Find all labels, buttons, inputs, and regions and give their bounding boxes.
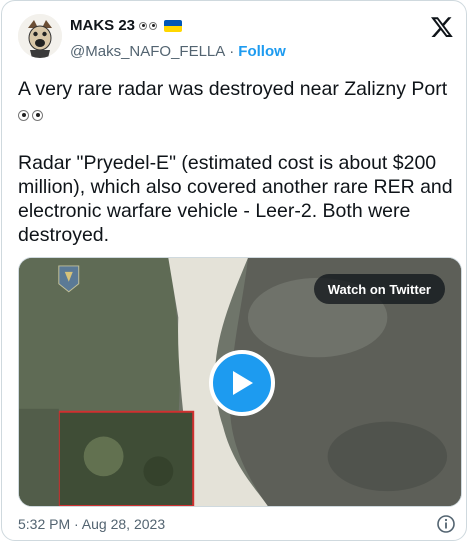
- tweet-line-1: A very rare radar was destroyed near Zal…: [18, 78, 448, 100]
- watch-on-twitter-button[interactable]: Watch on Twitter: [313, 274, 445, 304]
- tweet-card[interactable]: MAKS 23 @Maks_NAFO_FELLA · Follow A very…: [1, 0, 467, 541]
- tweet-line-2: Radar "Pryedel-E" (estimated cost is abo…: [18, 152, 453, 246]
- ukraine-flag-icon: [164, 19, 183, 32]
- avatar[interactable]: [18, 14, 62, 58]
- user-handle[interactable]: @Maks_NAFO_FELLA: [70, 43, 225, 60]
- eyes-emoji-icon: [139, 21, 158, 30]
- x-logo-icon[interactable]: [430, 15, 454, 39]
- info-icon[interactable]: [436, 514, 456, 534]
- video-media[interactable]: Watch on Twitter: [18, 257, 462, 507]
- play-icon: [233, 371, 253, 395]
- tweet-text: A very rare radar was destroyed near Zal…: [18, 77, 458, 127]
- eyes-emoji-icon: [18, 103, 458, 127]
- separator-dot: ·: [229, 43, 235, 60]
- timestamp[interactable]: 5:32 PM · Aug 28, 2023: [18, 516, 165, 532]
- display-name[interactable]: MAKS 23: [70, 17, 135, 34]
- follow-button[interactable]: Follow: [238, 43, 286, 60]
- play-button[interactable]: [209, 350, 275, 416]
